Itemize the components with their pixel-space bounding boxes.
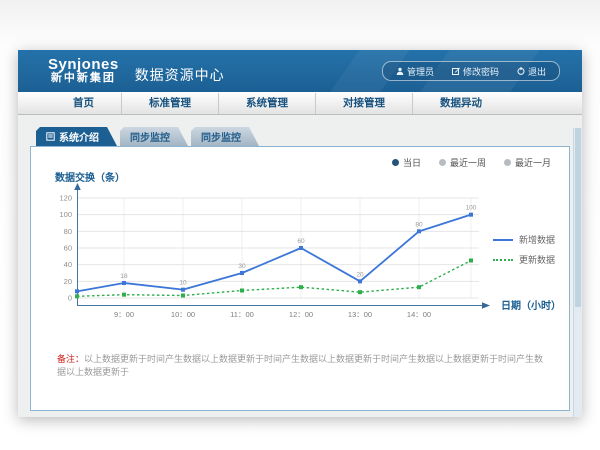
svg-text:13：00: 13：00 <box>348 310 372 319</box>
tab-sync-monitor-2[interactable]: 同步监控 <box>191 127 259 146</box>
legend-new-data-label: 新增数据 <box>519 233 555 246</box>
tab-sync-monitor-1-label: 同步监控 <box>130 129 170 144</box>
legend-item-update-data: 更新数据 <box>493 253 555 266</box>
app-title: 数据资源中心 <box>135 65 225 85</box>
edit-icon <box>452 67 460 75</box>
time-range-filters: 当日 最近一周 最近一月 <box>392 156 551 169</box>
tab-bar: 系统介绍 同步监控 同步监控 <box>30 127 570 146</box>
nav-item-home[interactable]: 首页 <box>46 93 122 114</box>
logo-text-en: Synjones <box>48 57 119 73</box>
radio-last-week-label: 最近一周 <box>450 156 486 169</box>
svg-text:60: 60 <box>297 238 305 245</box>
user-icon <box>396 67 404 75</box>
radio-last-week[interactable]: 最近一周 <box>439 156 486 169</box>
vertical-scrollbar[interactable] <box>573 128 582 417</box>
dotted-line-icon <box>493 259 513 261</box>
footnote-text: 以上数据更新于时间产生数据以上数据更新于时间产生数据以上数据更新于时间产生数据以… <box>57 354 543 377</box>
svg-text:10：00: 10：00 <box>171 310 195 319</box>
legend-update-data-label: 更新数据 <box>519 253 555 266</box>
company-logo: Synjones 新中新集团 <box>48 57 119 84</box>
svg-text:9：00: 9：00 <box>114 310 134 319</box>
svg-text:20: 20 <box>64 277 72 286</box>
radio-unselected-icon <box>439 159 446 166</box>
svg-text:40: 40 <box>64 260 72 269</box>
svg-text:0: 0 <box>68 294 72 303</box>
tab-sync-monitor-2-label: 同步监控 <box>201 129 241 144</box>
chart-panel: 当日 最近一周 最近一月 数据交换（条） 0 20 40 60 80 100 120 9：00… <box>30 146 570 411</box>
logout-button[interactable]: 退出 <box>508 65 555 78</box>
legend-item-new-data: 新增数据 <box>493 233 555 246</box>
footnote-label: 备注： <box>57 354 84 364</box>
change-password-button[interactable]: 修改密码 <box>443 65 508 78</box>
solid-line-icon <box>493 239 513 241</box>
radio-unselected-icon <box>504 159 511 166</box>
app-window: Synjones 新中新集团 数据资源中心 管理员 修改密码 退出 <box>18 50 582 417</box>
user-actions-group: 管理员 修改密码 退出 <box>382 61 560 81</box>
svg-text:10: 10 <box>179 280 187 287</box>
power-icon <box>517 67 525 75</box>
form-icon <box>46 132 55 141</box>
svg-text:20: 20 <box>356 271 364 278</box>
svg-text:30: 30 <box>238 263 246 270</box>
admin-user-label: 管理员 <box>407 65 434 78</box>
y-axis-title: 数据交换（条） <box>55 169 125 184</box>
logo-text-cn: 新中新集团 <box>48 73 119 85</box>
footnote: 备注：以上数据更新于时间产生数据以上数据更新于时间产生数据以上数据更新于时间产生… <box>57 353 547 378</box>
svg-text:12：00: 12：00 <box>289 310 313 319</box>
logout-label: 退出 <box>528 65 546 78</box>
scrollbar-thumb[interactable] <box>575 128 581 307</box>
radio-today[interactable]: 当日 <box>392 156 421 169</box>
main-nav: 首页 标准管理 系统管理 对接管理 数据异动 <box>18 92 582 115</box>
data-exchange-line-chart: 0 20 40 60 80 100 120 9：00 10：00 11：00 12：00 13：00 1… <box>39 183 499 335</box>
admin-user-button[interactable]: 管理员 <box>387 65 443 78</box>
nav-item-standard-mgmt[interactable]: 标准管理 <box>122 93 219 114</box>
app-header: Synjones 新中新集团 数据资源中心 管理员 修改密码 退出 <box>18 50 582 92</box>
tab-sync-monitor-1[interactable]: 同步监控 <box>120 127 188 146</box>
svg-text:11：00: 11：00 <box>230 310 254 319</box>
svg-text:60: 60 <box>64 244 72 253</box>
tab-system-intro[interactable]: 系统介绍 <box>36 127 117 146</box>
nav-item-interface-mgmt[interactable]: 对接管理 <box>316 93 413 114</box>
svg-text:14：00: 14：00 <box>407 310 431 319</box>
radio-today-label: 当日 <box>403 156 421 169</box>
svg-text:120: 120 <box>59 194 72 203</box>
svg-text:100: 100 <box>59 210 72 219</box>
content-area: 系统介绍 同步监控 同步监控 当日 最近一周 <box>18 115 582 417</box>
nav-item-system-mgmt[interactable]: 系统管理 <box>219 93 316 114</box>
svg-text:80: 80 <box>415 221 423 228</box>
change-password-label: 修改密码 <box>463 65 499 78</box>
radio-selected-icon <box>392 159 399 166</box>
x-axis-title: 日期（小时） <box>501 297 561 312</box>
tab-system-intro-label: 系统介绍 <box>59 129 99 144</box>
radio-last-month-label: 最近一月 <box>515 156 551 169</box>
svg-text:100: 100 <box>466 205 477 212</box>
chart-legend: 新增数据 更新数据 <box>493 233 555 273</box>
radio-last-month[interactable]: 最近一月 <box>504 156 551 169</box>
svg-text:18: 18 <box>120 273 128 280</box>
svg-text:80: 80 <box>64 227 72 236</box>
nav-item-data-changes[interactable]: 数据异动 <box>413 93 509 114</box>
